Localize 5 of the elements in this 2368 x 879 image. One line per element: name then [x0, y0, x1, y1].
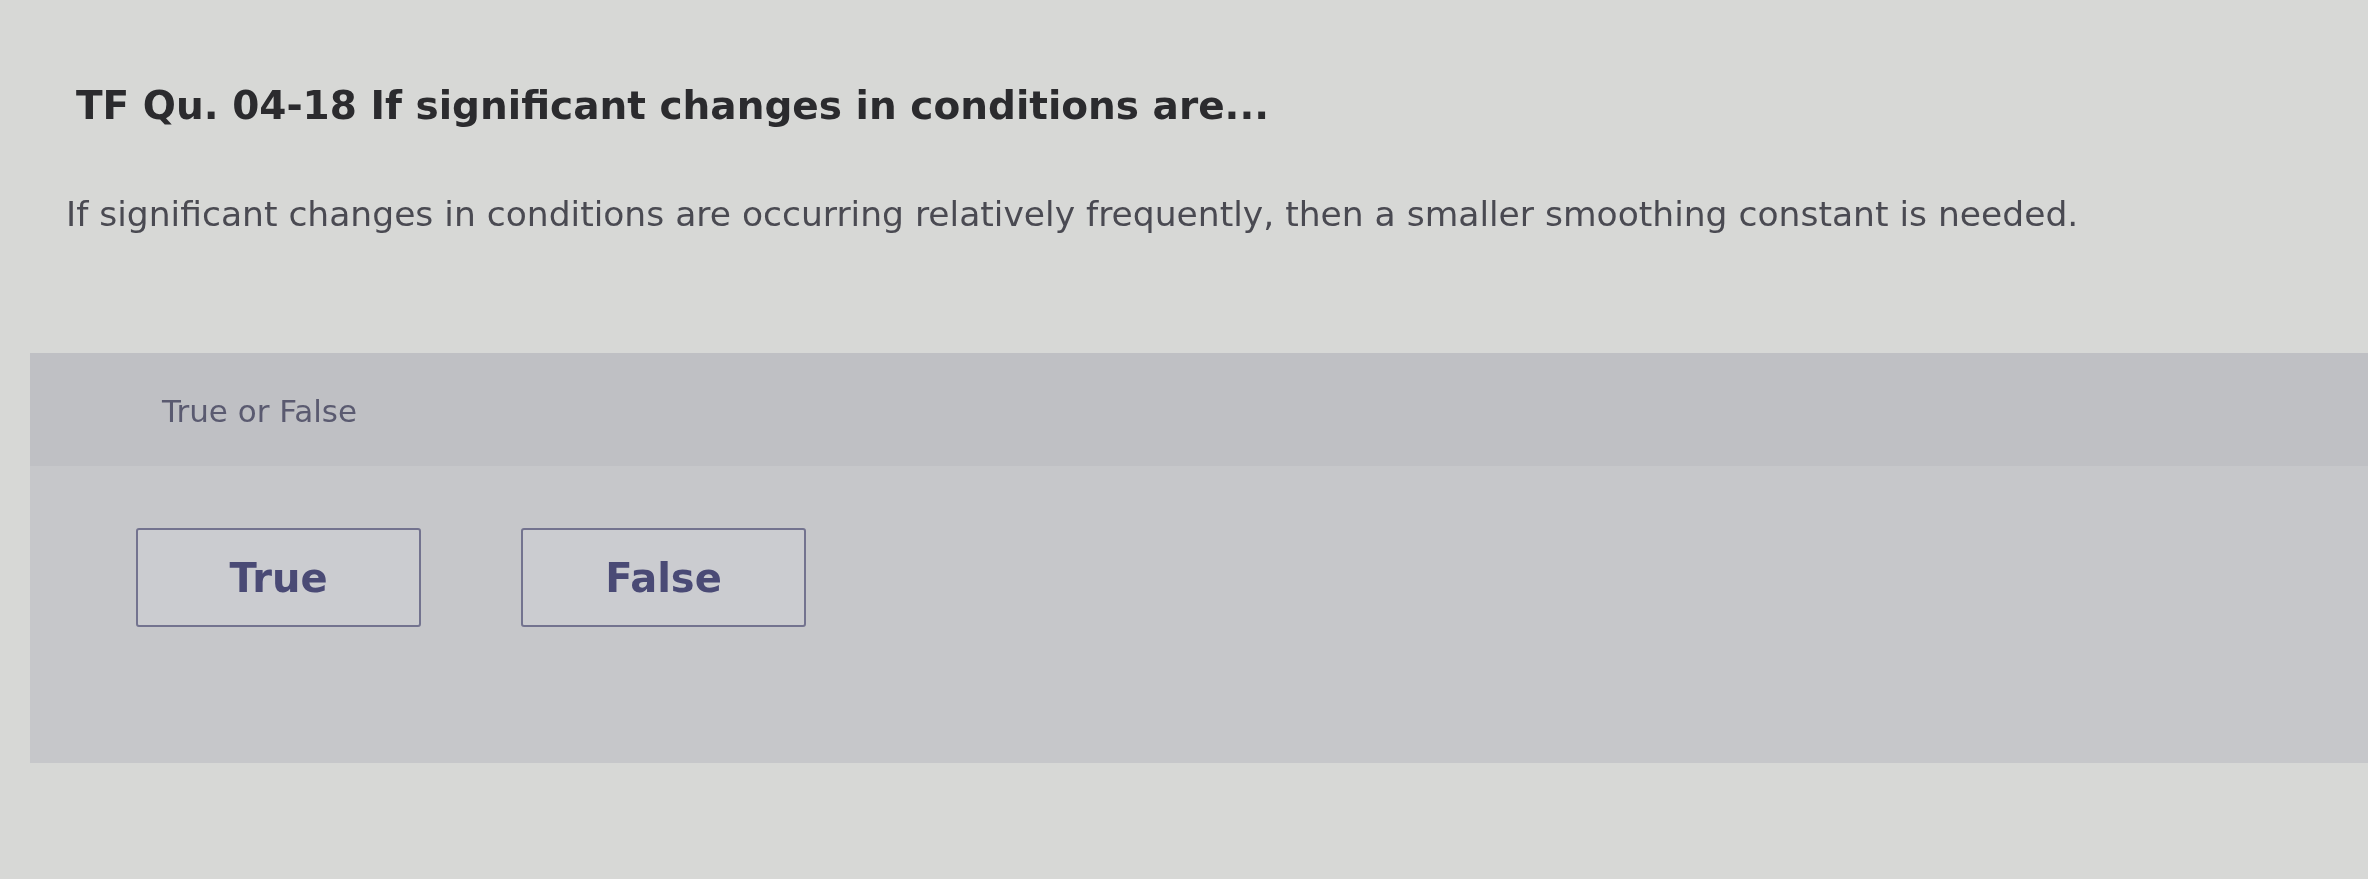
answer-option-button[interactable]: False	[521, 528, 806, 627]
answer-type-label: True or False	[162, 393, 358, 429]
question-text: If significant changes in conditions are occurring relatively frequently, then a smaller smoothing constant is needed.	[66, 193, 2080, 236]
question-title: TF Qu. 04-18 If significant changes in conditions are...	[76, 82, 1271, 130]
answer-option-button[interactable]: True	[136, 528, 421, 627]
